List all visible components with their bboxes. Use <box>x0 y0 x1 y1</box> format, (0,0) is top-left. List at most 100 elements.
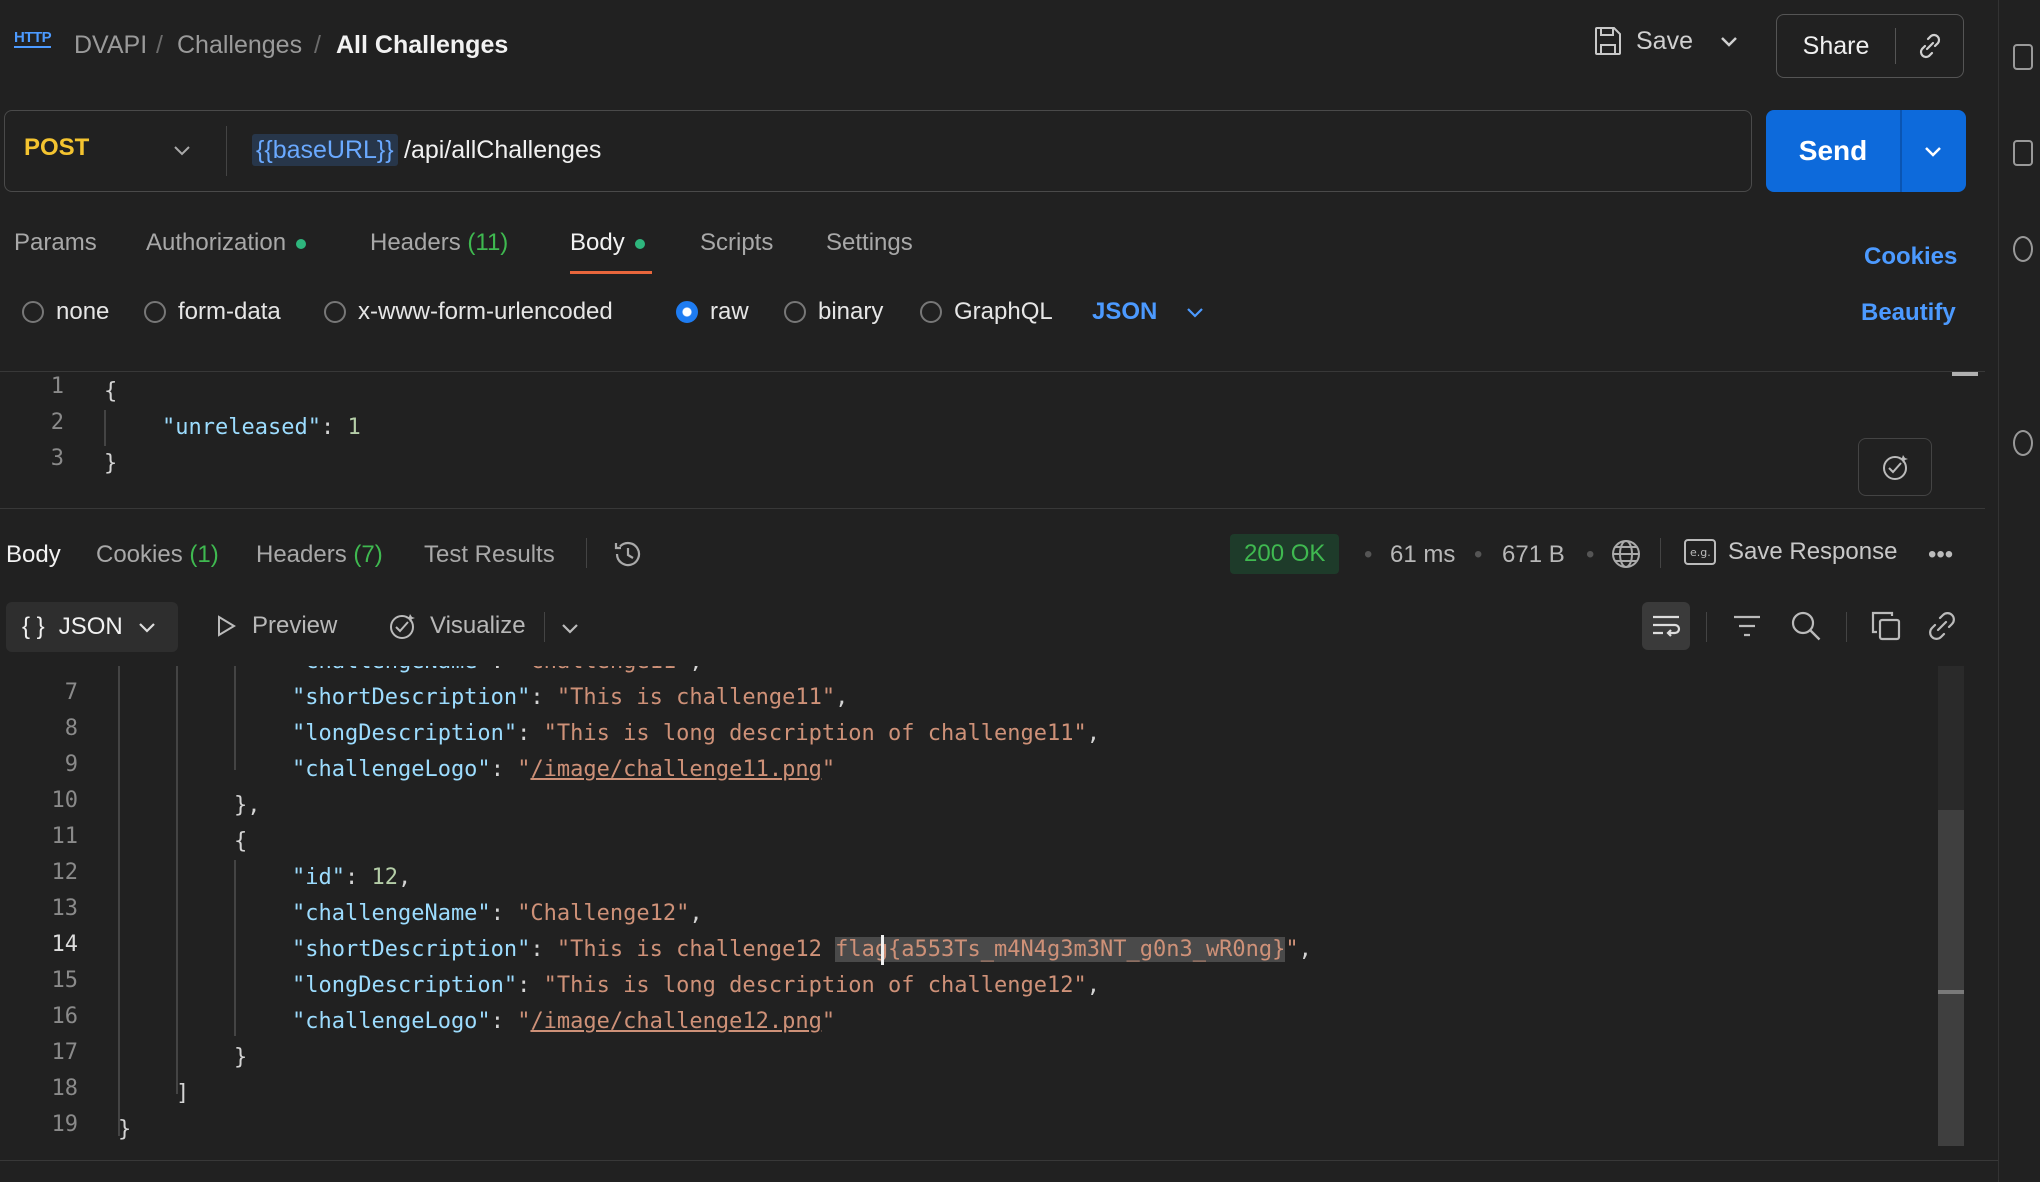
chevron-down-icon[interactable] <box>172 140 192 160</box>
send-button[interactable]: Send <box>1766 110 1966 192</box>
radio-graphql[interactable]: GraphQL <box>920 298 1053 326</box>
code-token: , <box>835 685 849 710</box>
selected-flag-text[interactable]: flag{a553Ts_m4N4g3m3NT_g0n3_wR0ng} <box>835 937 1286 962</box>
send-label: Send <box>1798 135 1868 166</box>
word-wrap-icon[interactable] <box>1642 602 1690 650</box>
cookies-link[interactable]: Cookies <box>1864 243 1957 271</box>
response-tab-headers[interactable]: Headers (7) <box>256 540 383 570</box>
copy-link-icon[interactable] <box>1896 31 1963 61</box>
json-key: "challengeName" <box>292 666 491 674</box>
code-token: } <box>104 451 118 476</box>
line-number: 11 <box>51 824 79 849</box>
filter-icon[interactable] <box>1732 612 1762 640</box>
ai-assist-icon[interactable] <box>1858 438 1932 496</box>
line-number: 18 <box>51 1076 79 1101</box>
tab-settings[interactable]: Settings <box>826 228 913 258</box>
divider <box>0 1160 2000 1161</box>
scrollbar[interactable] <box>1952 372 1978 376</box>
radio-raw[interactable]: raw <box>676 298 749 326</box>
body-set-indicator <box>634 238 645 249</box>
save-options-chevron-icon[interactable] <box>1718 30 1740 52</box>
json-key: "id" <box>292 865 345 890</box>
radio-binary[interactable]: binary <box>784 298 883 326</box>
url-variable[interactable]: {{baseURL}} <box>252 134 398 166</box>
active-tab-underline <box>570 271 652 274</box>
response-format-select[interactable]: { } JSON <box>6 602 178 652</box>
code-line: "challengeName": "Challenge11", <box>292 666 703 680</box>
globe-icon[interactable] <box>1610 538 1642 570</box>
preview-button[interactable]: Preview <box>214 612 337 640</box>
beautify-link[interactable]: Beautify <box>1861 299 1956 327</box>
code-token: , <box>689 666 702 674</box>
divider <box>1706 612 1707 642</box>
response-body-viewer[interactable]: 6 7 8 9 10 11 12 13 14 15 16 17 18 19 "c… <box>0 666 1966 1160</box>
line-number: 2 <box>50 410 64 435</box>
http-method-select[interactable]: POST <box>24 134 89 162</box>
separator-dot: • <box>1474 541 1483 568</box>
code-line: "challengeLogo": "/image/challenge11.png… <box>292 752 835 788</box>
copy-icon[interactable] <box>1870 610 1902 642</box>
raw-format-select[interactable]: JSON <box>1092 298 1205 326</box>
radio-none[interactable]: none <box>22 298 109 326</box>
radio-circle <box>22 301 44 323</box>
divider <box>0 371 1985 372</box>
more-options-icon[interactable]: ••• <box>1928 540 1953 570</box>
response-tab-test-results[interactable]: Test Results <box>424 540 555 570</box>
share-button[interactable]: Share <box>1776 14 1964 78</box>
breadcrumb-workspace[interactable]: DVAPI <box>74 30 147 60</box>
code-icon[interactable] <box>2013 236 2033 262</box>
visualize-options-chevron-icon[interactable] <box>560 618 580 638</box>
radio-circle <box>144 301 166 323</box>
comments-icon[interactable] <box>2013 140 2033 166</box>
json-link-value[interactable]: /image/challenge12.png <box>530 1009 821 1034</box>
link-icon[interactable] <box>1926 610 1958 642</box>
code-line: "longDescription": "This is long descrip… <box>292 716 1100 752</box>
radio-form-data[interactable]: form-data <box>144 298 281 326</box>
documentation-icon[interactable] <box>2013 44 2033 70</box>
url-input[interactable]: /api/allChallenges <box>404 134 601 166</box>
line-number: 19 <box>51 1112 79 1137</box>
history-icon[interactable] <box>612 538 644 570</box>
url-divider <box>226 126 227 176</box>
text-cursor <box>881 935 884 965</box>
code-token: : <box>490 757 518 782</box>
radio-circle-selected <box>676 301 698 323</box>
chevron-down-icon <box>1185 302 1205 322</box>
tab-headers[interactable]: Headers (11) <box>370 228 508 258</box>
tab-params[interactable]: Params <box>14 228 97 258</box>
json-key: "challengeName" <box>292 901 491 926</box>
code-token: { <box>234 829 248 854</box>
json-link-value[interactable]: /image/challenge11.png <box>530 757 821 782</box>
code-token: " <box>821 757 836 782</box>
save-response-button[interactable]: e.g. Save Response <box>1684 538 1897 566</box>
breadcrumb-collection[interactable]: Challenges <box>177 30 302 60</box>
line-number: 6 <box>14 666 78 669</box>
save-button[interactable]: Save <box>1594 26 1693 56</box>
json-value: "This is challenge12 <box>556 937 836 962</box>
scrollbar-thumb[interactable] <box>1938 810 1964 1146</box>
breadcrumb-separator: / <box>314 31 321 59</box>
separator-dot: • <box>1586 541 1595 568</box>
visualize-button[interactable]: Visualize <box>386 610 526 642</box>
json-value: "This is long description of challenge12… <box>543 973 1087 998</box>
divider <box>544 612 545 642</box>
tab-authorization[interactable]: Authorization <box>146 228 307 258</box>
indent-guide <box>104 410 106 446</box>
response-tab-body[interactable]: Body <box>6 540 61 570</box>
divider <box>0 508 1985 509</box>
response-tab-cookies[interactable]: Cookies (1) <box>96 540 219 570</box>
response-time[interactable]: 61 ms <box>1390 540 1455 570</box>
response-size[interactable]: 671 B <box>1502 540 1565 570</box>
line-number: 12 <box>51 860 79 885</box>
tab-scripts[interactable]: Scripts <box>700 228 773 258</box>
json-key: "shortDescription" <box>292 685 531 710</box>
radio-urlencoded[interactable]: x-www-form-urlencoded <box>324 298 613 326</box>
status-badge[interactable]: 200 OK <box>1230 534 1340 574</box>
tab-body[interactable]: Body <box>570 228 645 258</box>
send-options-chevron-icon[interactable] <box>1922 140 1944 162</box>
info-icon[interactable] <box>2013 430 2033 456</box>
play-icon <box>214 614 238 638</box>
code-token: : <box>490 901 518 926</box>
code-line: "longDescription": "This is long descrip… <box>292 968 1100 1004</box>
search-icon[interactable] <box>1790 610 1822 642</box>
